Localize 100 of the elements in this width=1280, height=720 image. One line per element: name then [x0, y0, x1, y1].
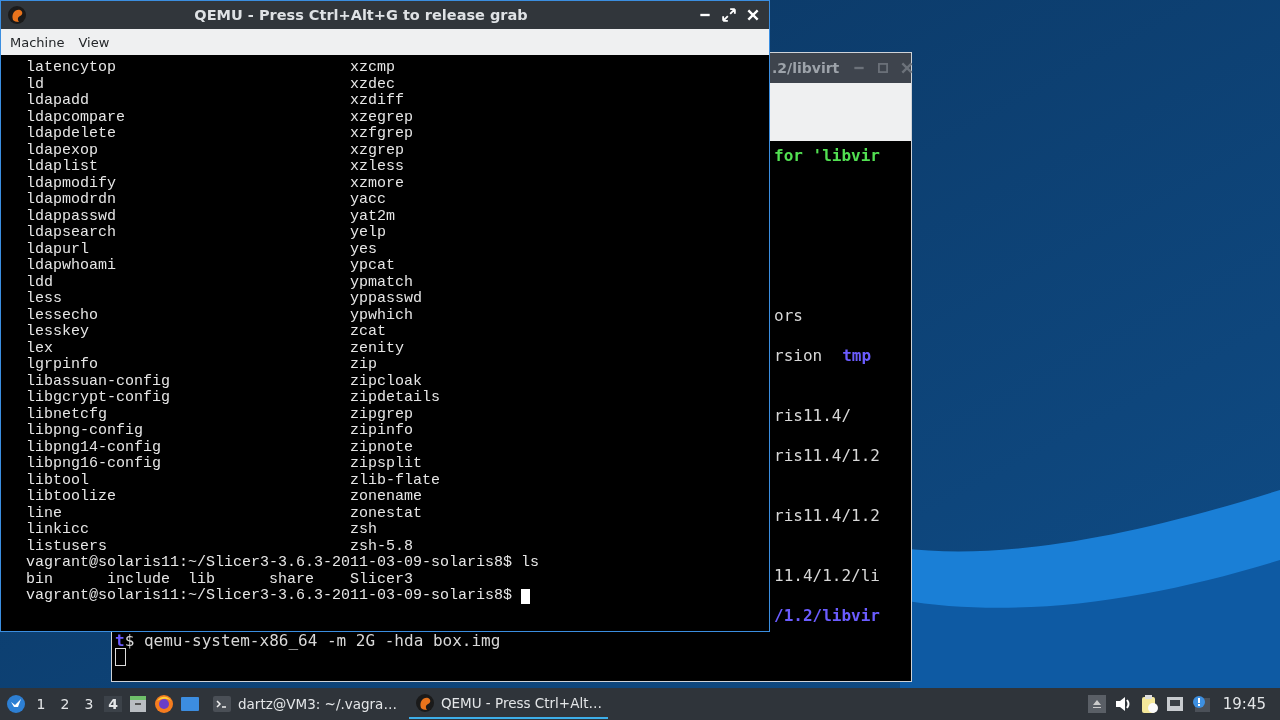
terminal-text: ypmatch	[350, 274, 413, 291]
terminal-text: ldd	[26, 274, 54, 291]
terminal-text: libpng16-config	[26, 456, 163, 473]
terminal-text: ldaplist	[26, 159, 99, 176]
workspace-button[interactable]: 1	[32, 696, 50, 712]
terminal-text: ldapcompare	[26, 109, 127, 126]
workspace-button[interactable]: 2	[56, 696, 74, 712]
terminal-text: ldapmodrdn	[26, 192, 117, 209]
terminal-text: t	[115, 631, 125, 646]
terminal-text: xzdec	[350, 76, 395, 93]
terminal-text: zipinfo	[350, 423, 413, 440]
terminal-text: yppasswd	[350, 291, 422, 308]
terminal-text: rsion	[774, 346, 823, 366]
terminal-text: /1.2/libvir	[774, 606, 880, 626]
terminal-text: xzegrep	[350, 109, 413, 126]
close-icon[interactable]	[900, 61, 915, 75]
terminal-text: lesskey	[26, 324, 90, 341]
terminal-text: line	[26, 505, 63, 522]
terminal-text: ldapsearch	[26, 225, 117, 242]
terminal-text: for 'libvir	[774, 146, 880, 166]
terminal-text: vagrant@solaris11:~/Slicer3-3.6.3-2011-03-09-solaris8$ ls	[26, 555, 540, 572]
terminal-text: listusers	[26, 538, 108, 555]
terminal-text: zsh	[350, 522, 377, 539]
workspace-button[interactable]: 4	[104, 696, 122, 712]
terminal-text: lib	[188, 571, 216, 588]
app-icon	[7, 5, 27, 25]
terminal-text: include	[107, 571, 171, 588]
task-button[interactable]: dartz@VM3: ~/.vagra…	[206, 689, 403, 719]
terminal-text: libnetcfg	[26, 406, 108, 423]
window-icon[interactable]	[180, 694, 200, 714]
terminal-text: zipgrep	[350, 406, 413, 423]
terminal-text: ldapadd	[26, 93, 90, 110]
terminal-text: xzmore	[350, 175, 404, 192]
terminal-text: ris11.4/1.2	[774, 446, 880, 466]
terminal-text: zsh-5.8	[350, 538, 413, 555]
terminal-text: libgcrypt-config	[26, 390, 172, 407]
terminal-text: zenity	[350, 340, 404, 357]
window-title: .2/libvirt	[772, 60, 840, 76]
terminal-text: ldapdelete	[26, 126, 117, 143]
terminal-text: vagrant@solaris11:~/Slicer3-3.6.3-2011-03-09-solaris8$	[26, 588, 513, 605]
clock: 19:45	[1222, 695, 1266, 713]
terminal-text: xzgrep	[350, 142, 404, 159]
firefox-icon[interactable]	[154, 694, 174, 714]
terminal-text: lgrpinfo	[26, 357, 99, 374]
terminal-text: ors	[774, 306, 803, 326]
terminal-text: ypcat	[350, 258, 395, 275]
terminal-text: lessecho	[26, 307, 99, 324]
menu-item[interactable]: View	[78, 34, 110, 50]
terminal-icon	[212, 694, 232, 714]
terminal-text: zlib-flate	[350, 472, 440, 489]
terminal-text: ld	[26, 76, 45, 93]
workspace-button[interactable]: 3	[80, 696, 98, 712]
text-cursor	[521, 588, 531, 604]
terminal-text: zipnote	[350, 439, 413, 456]
terminal-text: yelp	[350, 225, 386, 242]
terminal-text: less	[26, 291, 63, 308]
terminal-text: ris11.4/	[774, 406, 852, 426]
window-title: QEMU - Press Ctrl+Alt+G to release grab	[193, 7, 529, 23]
terminal-text: share	[269, 571, 315, 588]
task-button[interactable]: QEMU - Press Ctrl+Alt…	[408, 689, 608, 719]
terminal-text: ldapexop	[26, 142, 99, 159]
terminal-text: xzcmp	[350, 60, 395, 77]
terminal-text: ldapurl	[26, 241, 90, 258]
terminal-text: lex	[26, 340, 54, 357]
terminal-text: latencytop	[26, 60, 117, 77]
terminal-text: libtoolize	[26, 489, 117, 506]
file-cabinet-icon[interactable]	[128, 694, 148, 714]
terminal-text: yat2m	[350, 208, 395, 225]
terminal-text: zip	[350, 357, 377, 374]
terminal-text: ypwhich	[350, 307, 413, 324]
terminal-text: 11.4/1.2/li	[774, 566, 880, 586]
terminal-text: zcat	[350, 324, 386, 341]
terminal-text: xzdiff	[350, 93, 404, 110]
terminal-text: bin	[26, 571, 54, 588]
terminal-text: zipdetails	[350, 390, 440, 407]
text-cursor	[115, 648, 126, 666]
network-icon[interactable]	[1164, 694, 1185, 714]
eject-icon[interactable]	[1086, 694, 1107, 714]
app-icon	[414, 693, 435, 713]
terminal-text: ris11.4/1.2	[774, 506, 880, 526]
terminal-text: yes	[350, 241, 377, 258]
terminal-text: libpng14-config	[26, 439, 163, 456]
terminal-text: linkicc	[26, 522, 90, 539]
terminal-text: zonestat	[350, 505, 422, 522]
terminal-text: xzless	[350, 159, 404, 176]
terminal-text: libtool	[26, 472, 90, 489]
terminal-text: libassuan-config	[26, 373, 172, 390]
notification-icon[interactable]	[1190, 694, 1211, 714]
menu-item[interactable]: Machine	[10, 34, 65, 50]
terminal-text: ldapwhoami	[26, 258, 117, 275]
terminal-text: zipcloak	[350, 373, 422, 390]
terminal-text: zonename	[350, 489, 422, 506]
terminal-text: Slicer3	[350, 571, 414, 588]
terminal-text: libpng-config	[26, 423, 145, 440]
maximize-icon[interactable]	[722, 8, 736, 22]
terminal-text: yacc	[350, 192, 386, 209]
terminal-text: ldapmodify	[26, 175, 117, 192]
terminal-text: tmp	[842, 346, 872, 366]
terminal-text: zipsplit	[350, 456, 422, 473]
terminal-text: ldappasswd	[26, 208, 117, 225]
